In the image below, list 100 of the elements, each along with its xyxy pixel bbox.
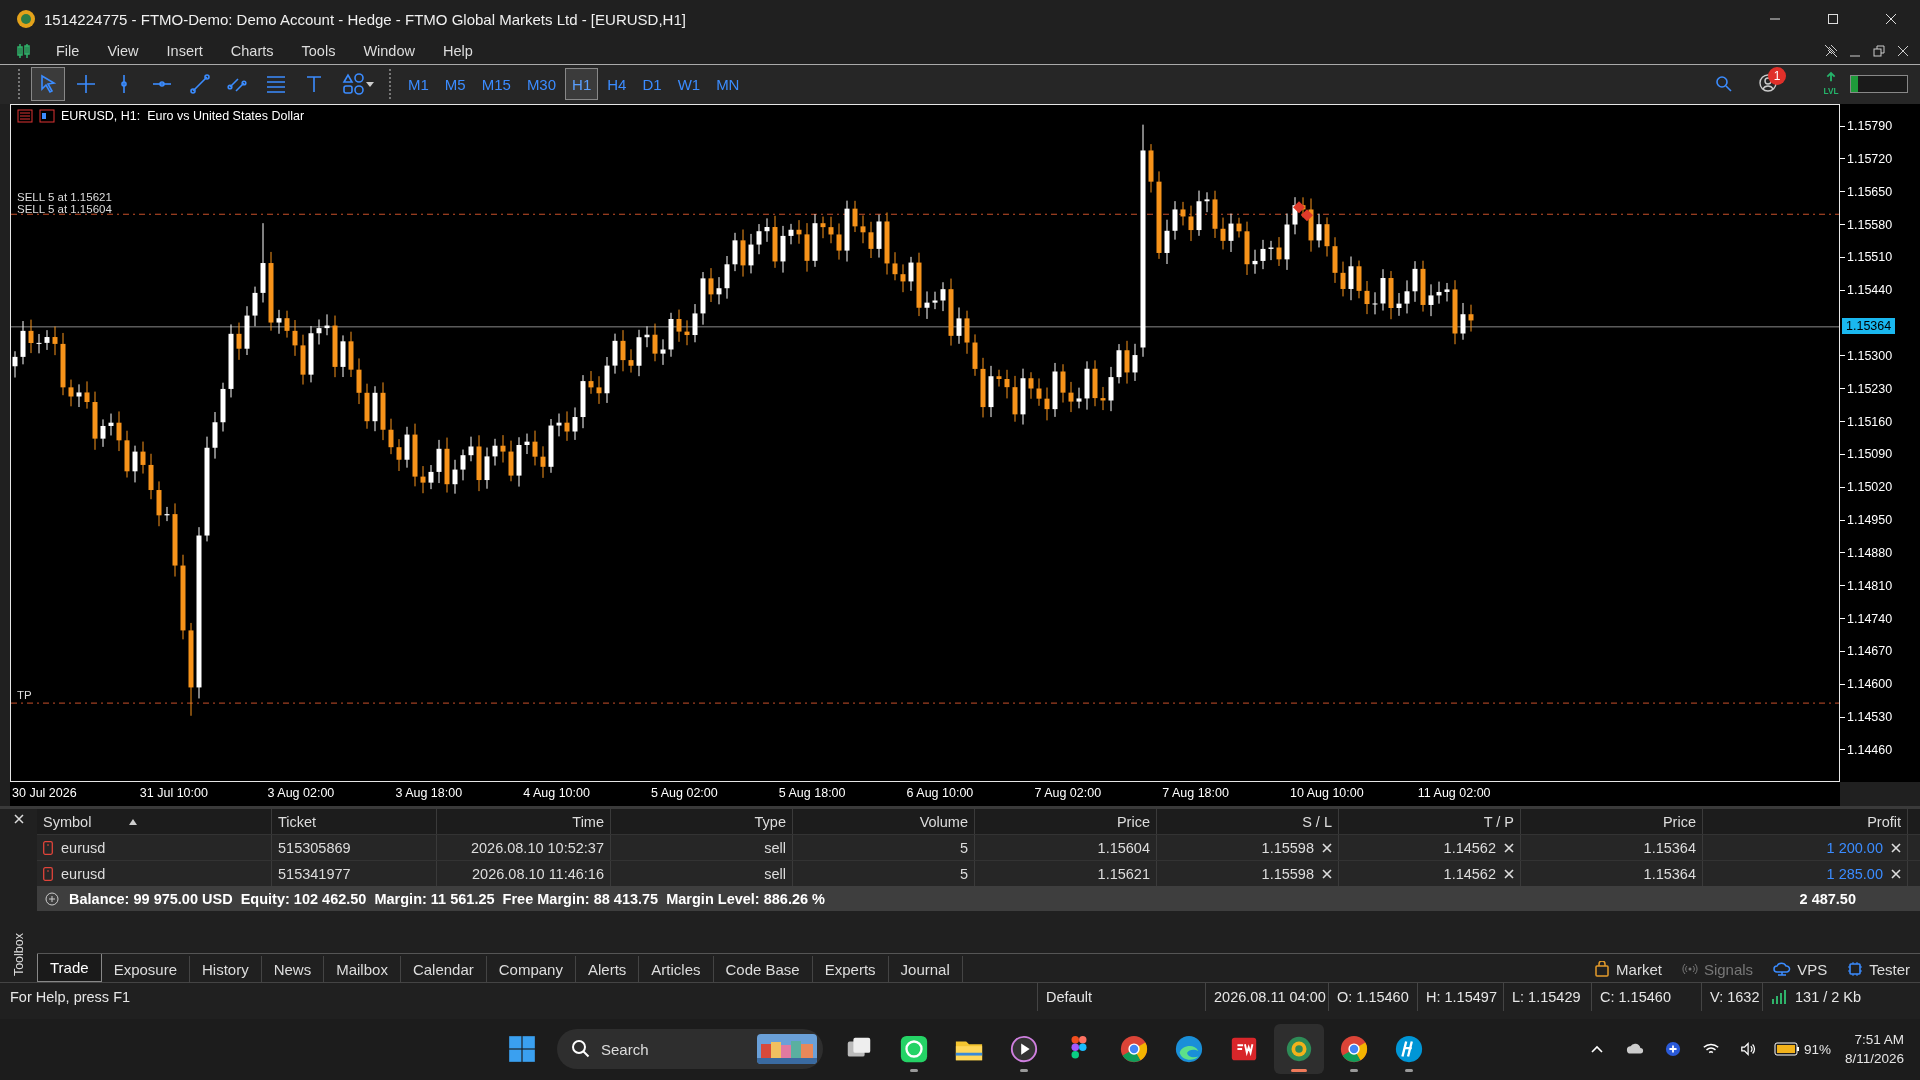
price-tick-label: 1.14740 [1847, 610, 1893, 627]
price-tick-label: 1.15230 [1847, 380, 1893, 397]
table-cell: 1.15364 [1643, 865, 1696, 882]
menu-item[interactable]: File [42, 42, 94, 59]
timeframe-button[interactable]: M1 [401, 68, 436, 101]
close-icon[interactable] [12, 813, 25, 826]
remove-level-icon[interactable] [1322, 868, 1332, 879]
time-axis-label: 3 Aug 18:00 [394, 786, 463, 801]
toolbox-tab[interactable]: Trade [37, 954, 102, 983]
sell-marker-icon [1293, 201, 1305, 214]
price-tick-label: 1.15510 [1847, 249, 1893, 266]
player-logo-icon [1008, 1034, 1039, 1065]
time-axis-label: 11 Aug 02:00 [1416, 786, 1491, 801]
total-profit: 2 487.50 [1799, 890, 1856, 907]
table-cell: eurusd [61, 839, 106, 856]
timeframe-button[interactable]: M5 [437, 68, 473, 101]
restore-icon[interactable] [1872, 43, 1886, 58]
notification-badge: 1 [1768, 66, 1786, 85]
remove-level-icon[interactable] [1504, 842, 1514, 853]
timeframe-button[interactable]: M15 [474, 68, 518, 101]
timeframe-button[interactable]: H1 [565, 68, 599, 101]
time-axis-label: 30 Jul 2026 [11, 786, 77, 801]
cursor-tool-button[interactable] [31, 67, 65, 102]
column-header[interactable]: T / P [1483, 813, 1514, 830]
order-line-label: SELL 5 at 1.15621 [17, 191, 112, 204]
price-tick-label: 1.14880 [1847, 544, 1893, 561]
menu-item[interactable]: Insert [152, 42, 217, 59]
market-link[interactable]: Market [1584, 956, 1672, 983]
timeframe-button[interactable]: H4 [600, 68, 634, 101]
order-icon [43, 840, 53, 855]
price-tick-label: 1.14950 [1847, 512, 1893, 529]
app-logo-icon [16, 9, 36, 29]
pin-icon[interactable] [1824, 43, 1838, 58]
chart-window-icon[interactable] [39, 109, 55, 124]
menu-item[interactable]: Window [349, 42, 429, 59]
column-header[interactable]: Symbol [43, 813, 92, 830]
signal-bars-icon [1771, 990, 1787, 1005]
table-cell: 1.14562 [1443, 865, 1496, 882]
volume-icon[interactable] [1739, 1041, 1758, 1058]
time-axis-label: 7 Aug 02:00 [1033, 786, 1102, 801]
time-axis-label: 31 Jul 10:00 [138, 786, 208, 801]
price-tick-label: 1.15440 [1847, 282, 1893, 299]
close-icon [1885, 13, 1897, 25]
table-cell: 515341977 [278, 865, 351, 882]
sort-ascending-icon [129, 818, 138, 825]
time-axis-label: 3 Aug 02:00 [266, 786, 335, 801]
column-header[interactable]: Time [572, 813, 604, 830]
price-tick-label: 1.15650 [1847, 183, 1893, 200]
menu-item[interactable]: View [93, 42, 153, 59]
table-cell: 515305869 [278, 839, 351, 856]
timeframe-button[interactable]: D1 [635, 68, 669, 101]
table-cell: eurusd [61, 865, 106, 882]
close-position-icon[interactable] [1891, 842, 1901, 853]
column-header[interactable]: Type [754, 813, 786, 830]
table-cell: 1.15598 [1261, 839, 1314, 856]
chrome-logo-icon [1338, 1034, 1369, 1065]
toolbox-label: Toolbox [11, 933, 26, 977]
time-axis-label: 4 Aug 10:00 [522, 786, 590, 801]
remove-level-icon[interactable] [1504, 868, 1514, 879]
column-header[interactable]: Price [1662, 813, 1696, 830]
table-cell: 1.15621 [1097, 865, 1150, 882]
timeframe-button[interactable]: W1 [670, 68, 708, 101]
menu-item[interactable]: Charts [216, 42, 288, 59]
plus-shield-icon[interactable] [1663, 1041, 1682, 1058]
close-icon[interactable] [1896, 43, 1910, 58]
account-icon[interactable] [1758, 72, 1778, 93]
close-position-icon[interactable] [1891, 868, 1901, 879]
whatsapp-logo-icon [898, 1034, 929, 1065]
price-tick-label: 1.14810 [1847, 577, 1893, 594]
menu-item[interactable]: Help [428, 42, 487, 59]
bag-icon [1594, 961, 1611, 978]
caret-icon [366, 80, 374, 89]
battery-icon[interactable] [1773, 1042, 1800, 1057]
timeframe-button[interactable]: M30 [519, 68, 564, 101]
price-tick-label: 1.14670 [1847, 643, 1893, 660]
cloud-icon [1773, 961, 1792, 978]
column-header[interactable]: Price [1116, 813, 1150, 830]
time-axis-label: 6 Aug 10:00 [905, 786, 974, 801]
tester-link[interactable]: Tester [1837, 956, 1920, 983]
maximize-icon [1827, 13, 1839, 25]
column-header[interactable]: Profit [1867, 813, 1901, 830]
clock-time[interactable]: 7:51 AM [1854, 1030, 1904, 1050]
table-cell: 5 [959, 839, 968, 856]
column-header[interactable]: Ticket [278, 813, 317, 830]
clock-date[interactable]: 8/11/2026 [1844, 1049, 1904, 1069]
table-cell: 1.15598 [1261, 865, 1314, 882]
chip-icon [1847, 961, 1864, 978]
price-tick-label: 1.14600 [1847, 676, 1893, 693]
table-cell: sell [764, 865, 786, 882]
remove-level-icon[interactable] [1322, 842, 1332, 853]
column-header[interactable]: S / L [1302, 813, 1332, 830]
column-header[interactable]: Volume [919, 813, 968, 830]
price-tick-label: 1.15300 [1847, 347, 1893, 364]
timeframe-button[interactable]: MN [709, 68, 747, 101]
menu-item[interactable]: Tools [287, 42, 350, 59]
expand-icon[interactable] [45, 891, 59, 906]
vline-icon [121, 74, 127, 95]
price-tick-label: 1.15720 [1847, 150, 1893, 167]
mt5-app-button[interactable] [1273, 1024, 1324, 1075]
vps-link[interactable]: VPS [1763, 956, 1838, 983]
